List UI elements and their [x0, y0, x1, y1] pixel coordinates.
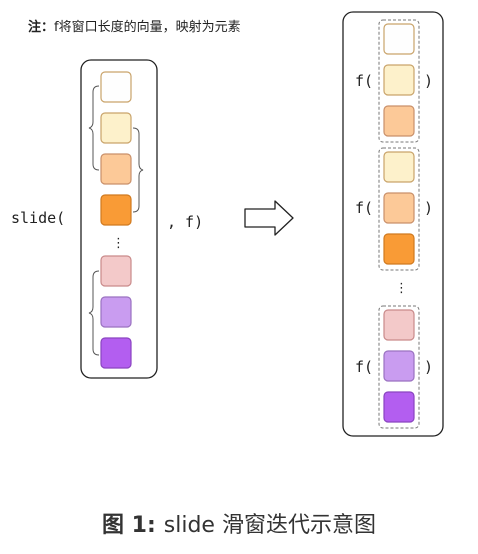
slide-diagram: ⋮ slide( , f) f( ) f( ) ⋮ f( ) — [11, 11, 444, 437]
window-1-cell-1 — [383, 23, 415, 55]
left-cell-7 — [100, 337, 132, 369]
left-cell-1 — [100, 71, 132, 103]
window-1-cell-3 — [383, 105, 415, 137]
window-2-func-close: ) — [424, 199, 433, 217]
window-2-cell-3 — [383, 233, 415, 265]
left-cell-3 — [100, 153, 132, 185]
left-cell-5 — [100, 255, 132, 287]
caption-text: slide 滑窗迭代示意图 — [163, 513, 376, 538]
left-brace-3 — [88, 270, 100, 356]
slide-call-prefix: slide( — [11, 209, 65, 227]
window-3-cell-1 — [383, 309, 415, 341]
window-1-func-close: ) — [424, 72, 433, 90]
left-cell-6 — [100, 296, 132, 328]
caption-label: 图 1: — [102, 513, 156, 538]
left-cell-4 — [100, 194, 132, 226]
right-ellipsis: ⋮ — [395, 281, 408, 296]
window-3-func-open: f( — [355, 358, 373, 376]
left-brace-1 — [88, 85, 100, 171]
left-brace-2 — [132, 127, 144, 213]
window-2-cell-2 — [383, 192, 415, 224]
slide-call-suffix: , f) — [167, 213, 203, 231]
window-1-cell-2 — [383, 64, 415, 96]
left-cell-2 — [100, 112, 132, 144]
transform-arrow-icon — [244, 200, 294, 236]
window-1-func-open: f( — [355, 72, 373, 90]
figure-caption: 图 1: slide 滑窗迭代示意图 — [0, 507, 478, 539]
window-3-cell-2 — [383, 350, 415, 382]
left-ellipsis: ⋮ — [112, 236, 125, 251]
window-2-func-open: f( — [355, 199, 373, 217]
window-3-cell-3 — [383, 391, 415, 423]
window-2-cell-1 — [383, 151, 415, 183]
window-3-func-close: ) — [424, 358, 433, 376]
